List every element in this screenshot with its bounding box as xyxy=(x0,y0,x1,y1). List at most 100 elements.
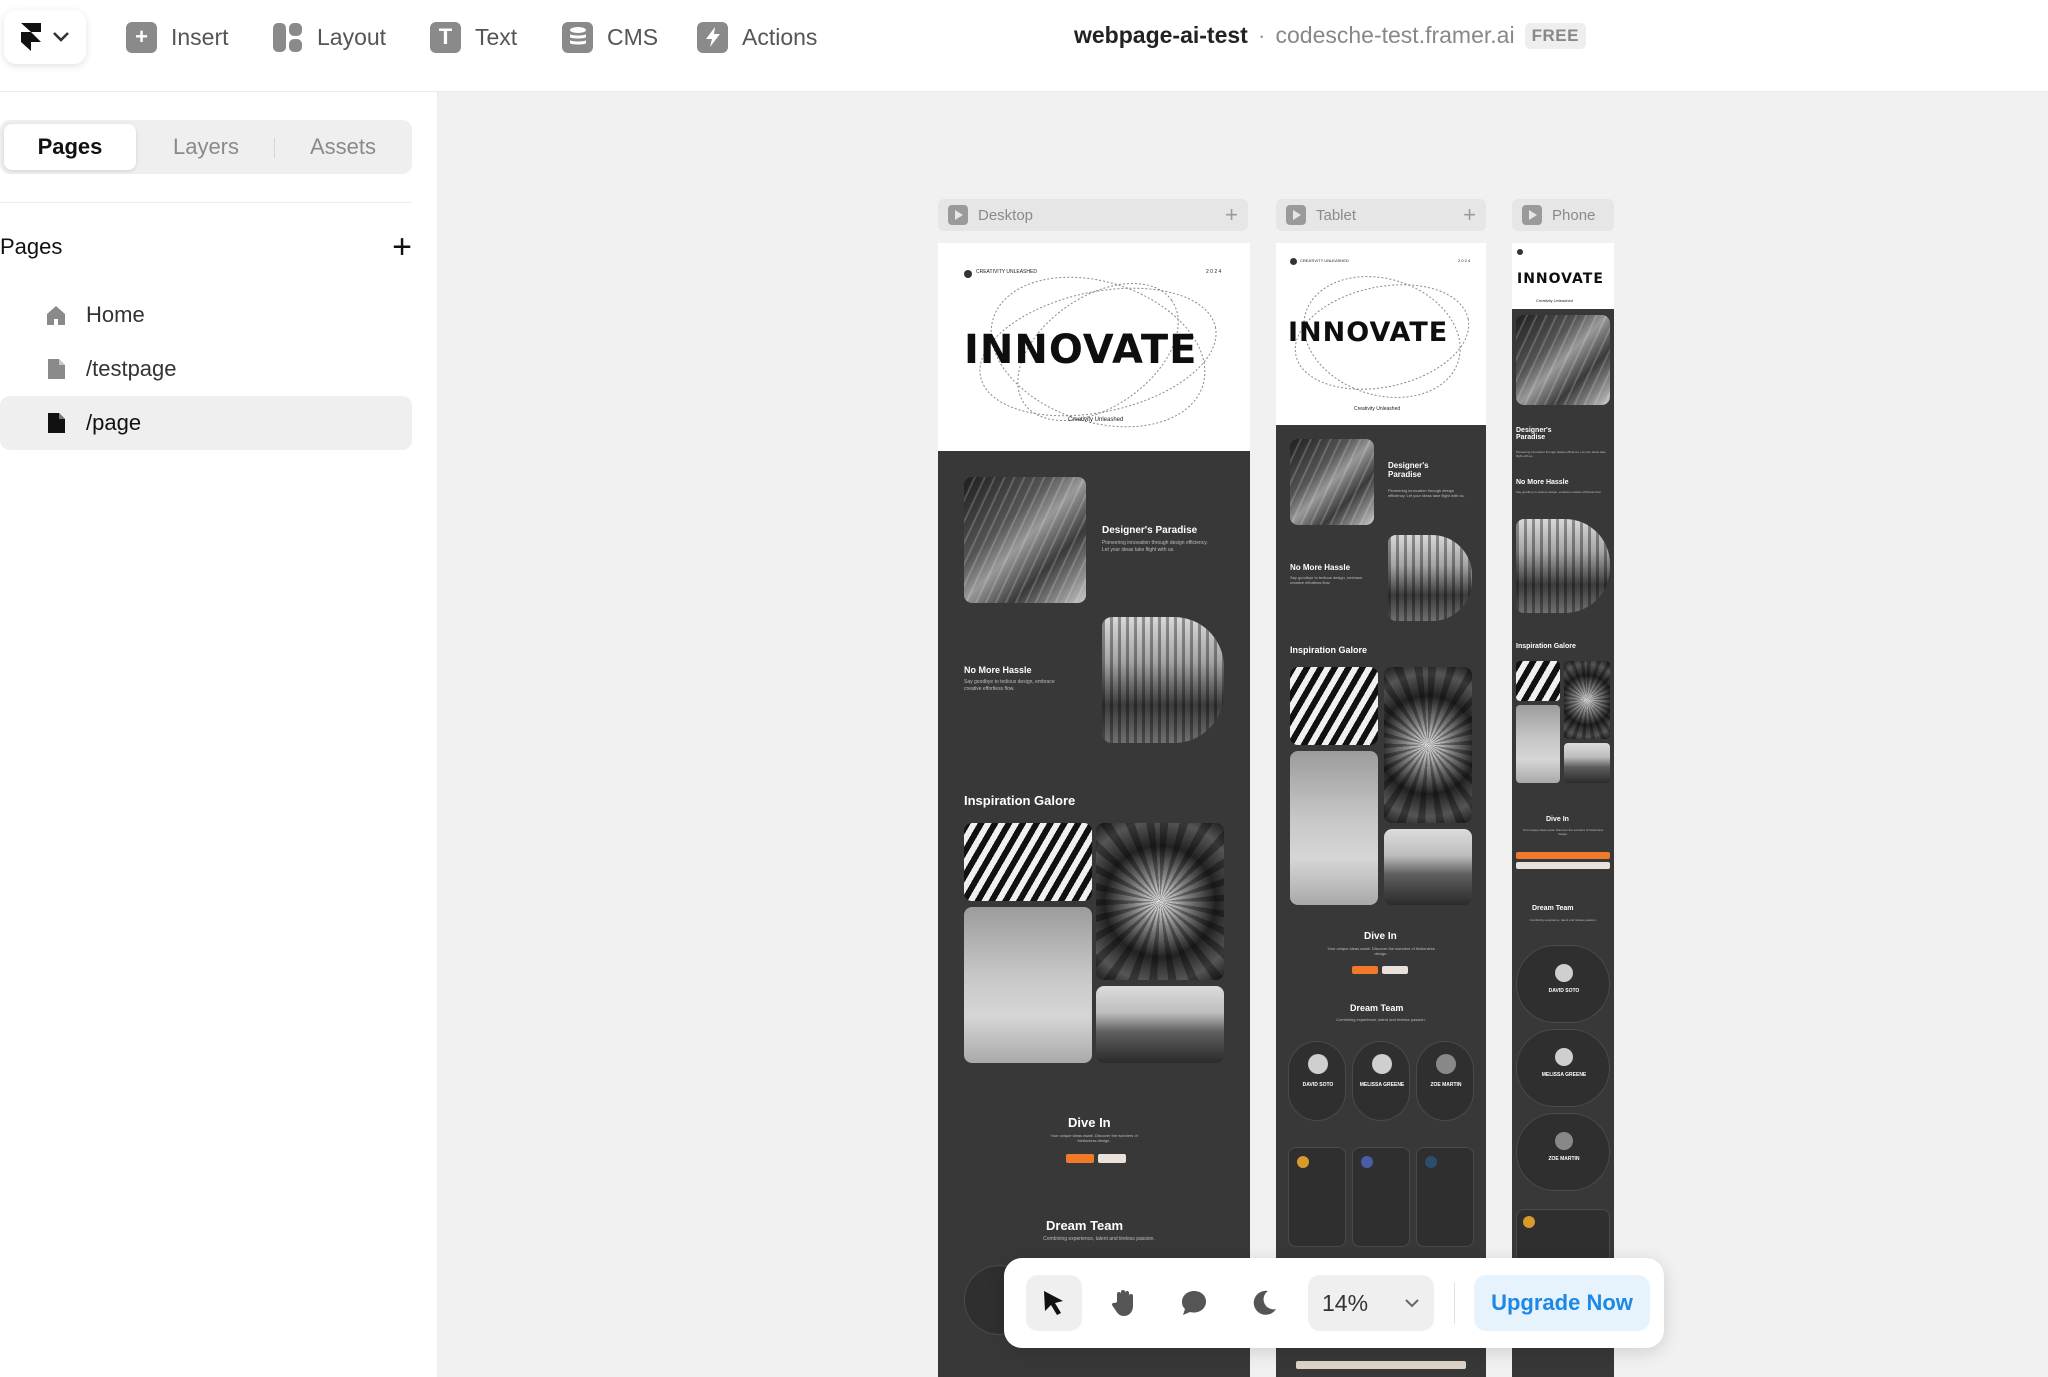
gallery-image-trees xyxy=(1384,667,1472,823)
cta-title: Dive In xyxy=(1546,816,1569,823)
tab-assets[interactable]: Assets xyxy=(278,124,408,170)
page-item-testpage[interactable]: /testpage xyxy=(0,342,412,396)
section2-title: No More Hassle xyxy=(1290,563,1351,572)
hero-brand: CREATIVITY UNLEASHED xyxy=(1300,258,1349,263)
dark-mode-toggle[interactable] xyxy=(1236,1275,1292,1331)
cms-label: CMS xyxy=(607,23,659,50)
insert-tool-button[interactable]: + Insert xyxy=(126,18,229,56)
frame-label-text: Desktop xyxy=(978,206,1034,224)
tab-layers[interactable]: Layers xyxy=(140,124,272,170)
file-icon xyxy=(48,413,65,433)
hero-title: INNOVATE xyxy=(1517,271,1604,287)
pages-section-title: Pages xyxy=(0,234,63,259)
page-item-page[interactable]: /page xyxy=(0,396,412,450)
left-sidebar: Pages Layers Assets Pages + Home /testpa… xyxy=(0,92,438,1377)
add-page-button[interactable]: + xyxy=(392,230,412,264)
comment-tool-button[interactable] xyxy=(1166,1275,1222,1331)
select-tool-button[interactable] xyxy=(1026,1275,1082,1331)
actions-tool-button[interactable]: Actions xyxy=(697,18,817,56)
frame-label-text: Phone xyxy=(1552,206,1596,224)
cta-secondary-button xyxy=(1098,1154,1126,1163)
plus-square-icon: + xyxy=(126,21,157,53)
hero-title: INNOVATE xyxy=(1288,317,1449,348)
section1-text: Pioneering innovation through design eff… xyxy=(1388,488,1465,499)
gallery-image-mountains xyxy=(1384,829,1472,905)
layout-icon xyxy=(272,21,303,53)
section2-text: Say goodbye to tedious design, embrace c… xyxy=(964,679,1055,692)
upgrade-now-button[interactable]: Upgrade Now xyxy=(1474,1275,1650,1331)
moon-icon xyxy=(1253,1290,1276,1315)
page-item-label: /page xyxy=(86,410,142,435)
play-icon xyxy=(1522,205,1542,225)
page-item-label: Home xyxy=(86,302,145,327)
section1-title: Designer's Paradise xyxy=(1516,427,1552,441)
brand-logo-icon xyxy=(1517,249,1523,255)
sidebar-divider xyxy=(0,202,412,203)
project-url: codesche-test.framer.ai xyxy=(1275,22,1515,48)
building-image xyxy=(1290,439,1374,525)
desktop-frame[interactable]: CREATIVITY UNLEASHED 2 0 2 4 INNOVATE Cr… xyxy=(938,243,1250,1377)
member-name: ZOE MARTIN xyxy=(1548,1156,1580,1162)
avatar xyxy=(1555,964,1573,982)
avatar xyxy=(1436,1054,1456,1074)
section1-title: Designer's Paradise xyxy=(1388,461,1429,479)
member-name: ZOE MARTIN xyxy=(1430,1082,1462,1088)
gallery-image-sky xyxy=(1516,705,1560,783)
section1-title: Designer's Paradise xyxy=(1102,525,1198,536)
hero-title: INNOVATE xyxy=(964,327,1198,373)
building-image xyxy=(964,477,1086,603)
hero-section: CREATIVITY UNLEASHED 2 0 2 4 INNOVATE Cr… xyxy=(1276,243,1486,425)
cta-title: Dive In xyxy=(1364,931,1397,942)
frame-label-tablet[interactable]: Tablet + xyxy=(1276,199,1486,231)
cta-text: Your unique ideas await. Discover the wo… xyxy=(1522,828,1604,837)
team-text: Combining experience, talent and tireles… xyxy=(1336,1017,1426,1022)
hero-year: 2 0 2 4 xyxy=(1206,269,1222,275)
gallery-image-sky xyxy=(1290,751,1378,905)
framer-menu-button[interactable] xyxy=(4,10,86,64)
plan-badge: FREE xyxy=(1524,22,1586,49)
text-tool-button[interactable]: T Text xyxy=(430,18,517,56)
gallery-image-wave xyxy=(1290,667,1378,745)
cta-secondary-button xyxy=(1516,862,1610,869)
cta-text: Your unique ideas await. Discover the wo… xyxy=(1050,1133,1138,1144)
cms-tool-button[interactable]: CMS xyxy=(562,18,658,56)
bottom-bar-divider xyxy=(1454,1282,1455,1324)
frame-label-phone[interactable]: Phone xyxy=(1512,199,1614,231)
section1-text: Pioneering innovation through design eff… xyxy=(1102,540,1208,553)
avatar xyxy=(1361,1156,1373,1168)
cta-primary-button xyxy=(1066,1154,1094,1163)
page-item-home[interactable]: Home xyxy=(0,288,412,342)
bottom-tool-bar: 14% Upgrade Now xyxy=(1004,1258,1664,1348)
add-breakpoint-icon[interactable]: + xyxy=(1463,202,1476,228)
hand-icon xyxy=(1111,1290,1133,1316)
footer-button xyxy=(1296,1361,1466,1369)
avatar xyxy=(1308,1054,1328,1074)
city-image xyxy=(1102,617,1224,743)
hero-section: CREATIVITY UNLEASHED 2 0 2 4 INNOVATE Cr… xyxy=(938,243,1250,451)
project-title-area[interactable]: webpage-ai-test · codesche-test.framer.a… xyxy=(1074,22,1586,49)
team-title: Dream Team xyxy=(1532,905,1574,912)
layout-tool-button[interactable]: Layout xyxy=(272,18,386,56)
city-image xyxy=(1388,535,1472,621)
gallery-title: Inspiration Galore xyxy=(1516,643,1576,650)
avatar xyxy=(1555,1132,1573,1150)
zoom-select[interactable]: 14% xyxy=(1308,1275,1434,1331)
phone-frame[interactable]: INNOVATE Creativity Unleashed Designer's… xyxy=(1512,243,1614,1377)
cta-secondary-button xyxy=(1382,966,1408,974)
pages-section-header: Pages + xyxy=(0,230,412,264)
zoom-value: 14% xyxy=(1322,1289,1369,1316)
add-breakpoint-icon[interactable]: + xyxy=(1225,202,1238,228)
tab-pages[interactable]: Pages xyxy=(4,124,136,170)
frame-label-desktop[interactable]: Desktop + xyxy=(938,199,1248,231)
hero-year: 2 0 2 4 xyxy=(1458,258,1471,263)
hero-brand: CREATIVITY UNLEASHED xyxy=(976,269,1037,275)
section2-title: No More Hassle xyxy=(964,665,1032,675)
gallery-image-trees xyxy=(1096,823,1224,980)
hero-subtitle: Creativity Unleashed xyxy=(1068,417,1124,423)
building-image xyxy=(1516,315,1610,405)
hand-tool-button[interactable] xyxy=(1096,1275,1152,1331)
member-name: DAVID SOTO xyxy=(1548,988,1580,994)
insert-label: Insert xyxy=(171,23,229,50)
hero-section: INNOVATE Creativity Unleashed xyxy=(1512,243,1614,309)
tablet-frame[interactable]: CREATIVITY UNLEASHED 2 0 2 4 INNOVATE Cr… xyxy=(1276,243,1486,1377)
